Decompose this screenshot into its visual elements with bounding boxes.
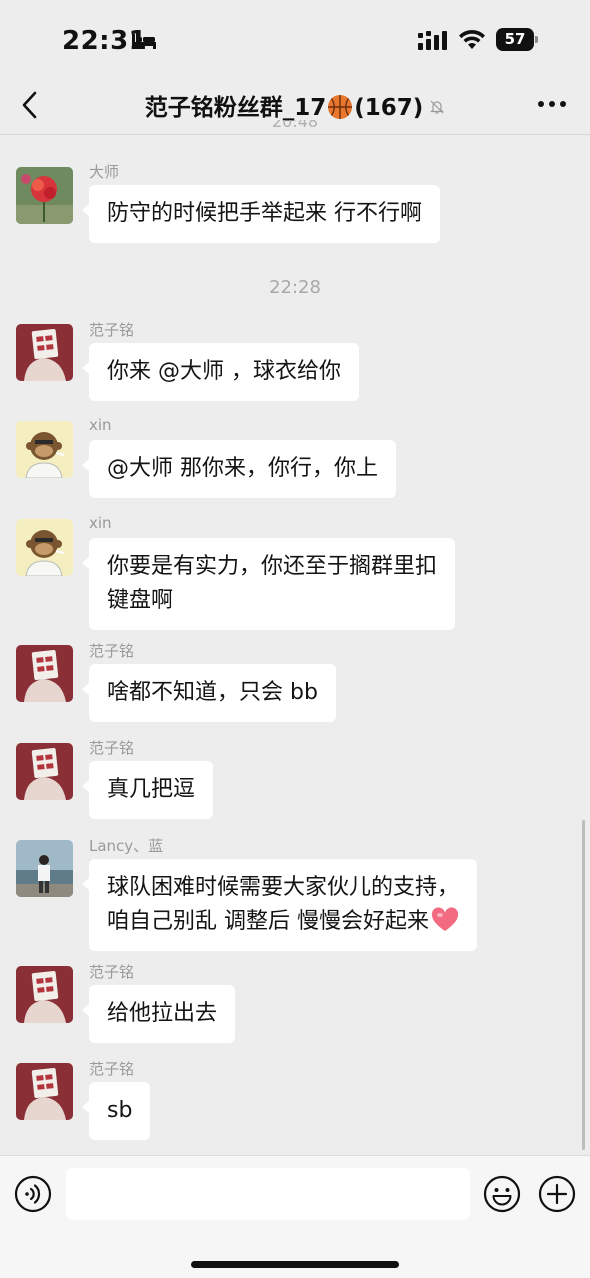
message-bubble[interactable]: 真几把逗	[81, 761, 214, 819]
message-text: @大师 那你来，你行，你上	[107, 456, 378, 481]
member-count: (167)	[354, 95, 424, 121]
timestamp: 22:28	[269, 277, 321, 298]
message-text: 给他拉出去	[107, 1001, 218, 1026]
status-bar: 22:31 57	[0, 0, 590, 78]
message-text: 你来 @大师 ，球衣给你	[107, 359, 341, 384]
sender-name: xin	[89, 416, 112, 434]
plus-icon[interactable]	[538, 1175, 576, 1213]
partial-timestamp: 20:48	[271, 120, 319, 131]
sender-name: 范子铭	[89, 1060, 135, 1078]
message-bubble[interactable]: 防守的时候把手举起来 行不行啊	[82, 185, 440, 243]
sender-name: 范子铭	[89, 739, 135, 757]
avatar[interactable]	[16, 645, 73, 702]
message-bubble[interactable]: 给他拉出去	[81, 985, 236, 1043]
emoji-icon[interactable]	[483, 1175, 521, 1213]
avatar[interactable]	[16, 966, 73, 1023]
avatar[interactable]	[16, 1063, 73, 1120]
avatar[interactable]	[16, 519, 73, 576]
message-bubble[interactable]: 你要是有实力，你还至于搁群里扣 键盘啊	[81, 538, 456, 630]
message-text-line: 键盘啊	[107, 588, 174, 613]
avatar[interactable]	[16, 743, 73, 800]
avatar[interactable]	[16, 840, 73, 897]
cellular-signal-icon	[418, 31, 447, 50]
group-name: 范子铭粉丝群_17	[144, 95, 327, 121]
sender-name: 范子铭	[89, 321, 135, 339]
message-bubble[interactable]: sb	[81, 1082, 151, 1140]
message-text: sb	[107, 1098, 133, 1123]
chat-screen: 22:31 57 范子铭粉丝群_17 (167) 20:48 大师 防守的时候把…	[0, 0, 590, 1278]
battery-cap	[535, 36, 538, 43]
message-bubble[interactable]: 球队困难时候需要大家伙儿的支持， 咱自己别乱 调整后 慢慢会好起来	[81, 859, 478, 951]
scrollbar-thumb[interactable]	[582, 820, 585, 1150]
avatar[interactable]	[16, 324, 73, 381]
heart-icon	[431, 907, 459, 931]
wifi-icon	[459, 29, 485, 49]
chat-title: 范子铭粉丝群_17 (167)	[0, 88, 590, 122]
battery-level: 57	[496, 28, 534, 51]
avatar[interactable]	[16, 421, 73, 478]
message-bubble[interactable]: 啥都不知道，只会 bb	[82, 664, 336, 722]
message-text: 真几把逗	[107, 777, 196, 802]
sender-name: xin	[89, 514, 112, 532]
message-text: 啥都不知道，只会 bb	[107, 680, 318, 705]
message-bubble[interactable]: 你来 @大师 ，球衣给你	[82, 343, 359, 401]
sender-name: 范子铭	[89, 963, 135, 981]
message-text-line: 你要是有实力，你还至于搁群里扣	[107, 554, 438, 579]
avatar[interactable]	[16, 167, 73, 224]
message-text-line: 咱自己别乱 调整后 慢慢会好起来	[107, 909, 429, 934]
basketball-icon	[328, 95, 353, 119]
more-dots-icon[interactable]	[536, 94, 568, 114]
battery-indicator: 57	[496, 28, 538, 51]
sender-name: 范子铭	[89, 642, 135, 660]
message-bubble[interactable]: @大师 那你来，你行，你上	[82, 440, 396, 498]
home-indicator[interactable]	[191, 1261, 399, 1268]
voice-icon[interactable]	[14, 1175, 52, 1213]
message-input[interactable]	[66, 1168, 470, 1220]
header-divider	[0, 134, 590, 135]
input-bar	[0, 1155, 590, 1278]
sleep-focus-icon	[132, 34, 156, 49]
message-text-line: 球队困难时候需要大家伙儿的支持，	[107, 875, 460, 900]
sender-name: Lancy、蓝	[89, 837, 164, 855]
sender-name: 大师	[89, 163, 120, 181]
bell-off-icon	[430, 100, 445, 114]
message-text: 防守的时候把手举起来 行不行啊	[107, 201, 422, 226]
